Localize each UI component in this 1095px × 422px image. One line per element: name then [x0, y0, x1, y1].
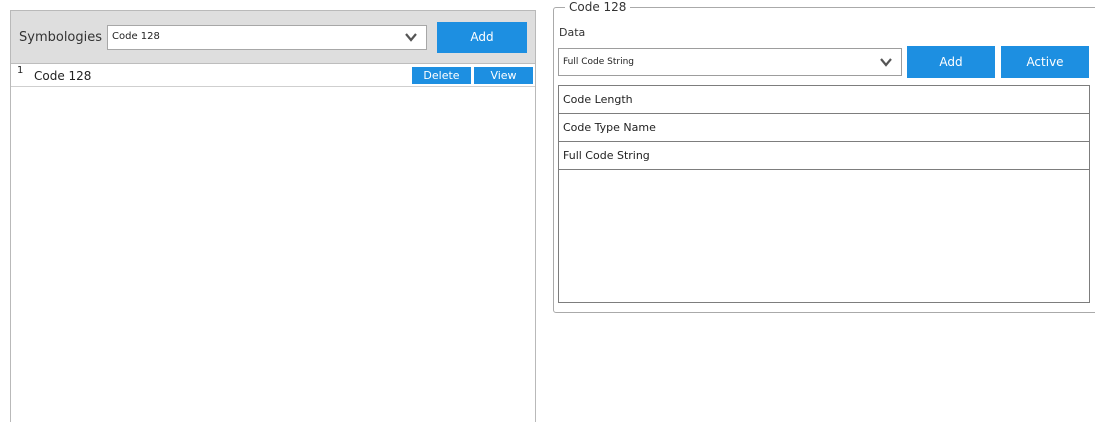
- list-item[interactable]: Code Type Name: [559, 114, 1089, 142]
- active-button[interactable]: Active: [1001, 46, 1089, 78]
- chevron-down-icon: [405, 33, 417, 42]
- list-item[interactable]: Full Code String: [559, 142, 1089, 170]
- list-item[interactable]: Code Length: [559, 86, 1089, 114]
- data-label: Data: [559, 26, 586, 39]
- symbology-select-value: Code 128: [112, 31, 160, 42]
- data-field-select[interactable]: Full Code String: [558, 48, 902, 76]
- symbologies-panel: Symbologies Code 128 Add 1 Code 128 Dele…: [10, 10, 536, 422]
- chevron-down-icon: [880, 58, 892, 67]
- delete-button[interactable]: Delete: [412, 67, 471, 84]
- symbology-list: 1 Code 128 Delete View: [11, 65, 535, 422]
- view-button[interactable]: View: [474, 67, 533, 84]
- add-data-button[interactable]: Add: [907, 46, 995, 78]
- row-index: 1: [17, 65, 24, 76]
- group-legend: Code 128: [565, 0, 631, 14]
- symbology-select[interactable]: Code 128: [107, 25, 427, 50]
- add-symbology-button[interactable]: Add: [437, 22, 527, 53]
- data-items-list: Code Length Code Type Name Full Code Str…: [558, 85, 1090, 303]
- symbologies-label: Symbologies: [19, 30, 103, 45]
- symbologies-toolbar: Symbologies Code 128 Add: [11, 11, 535, 64]
- list-item[interactable]: 1 Code 128 Delete View: [11, 65, 535, 87]
- data-select-value: Full Code String: [563, 57, 635, 67]
- row-name: Code 128: [34, 69, 92, 83]
